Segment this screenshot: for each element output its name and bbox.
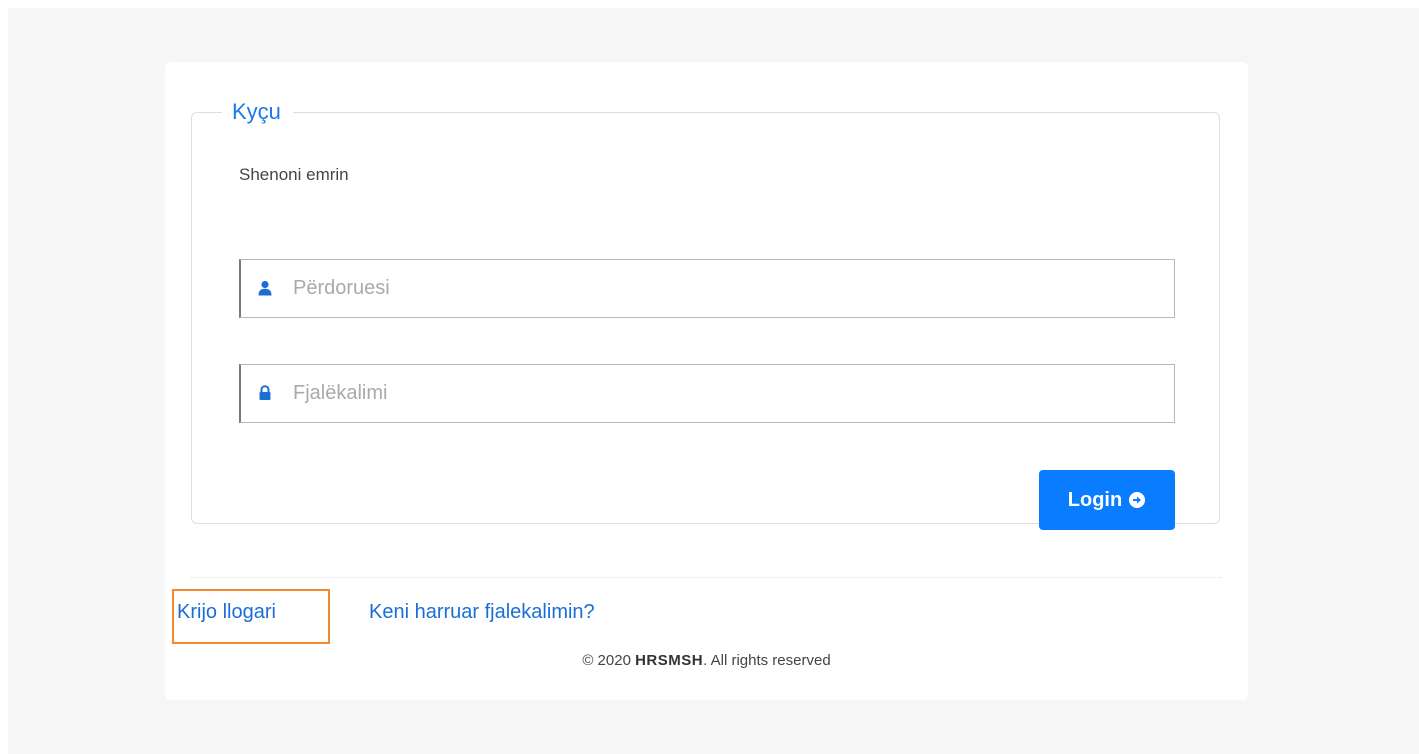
footer-brand: HRSMSH bbox=[635, 652, 704, 669]
footer-prefix: © 2020 bbox=[582, 652, 631, 669]
login-button-label: Login bbox=[1067, 488, 1123, 511]
user-icon bbox=[258, 280, 272, 296]
footer-suffix: . All rights reserved bbox=[703, 652, 831, 669]
lock-icon bbox=[259, 385, 271, 400]
footer-copyright: © 2020 HRSMSH. All rights reserved bbox=[165, 651, 1248, 671]
login-card: Kyçu Shenoni emrin Login Krijo lloga bbox=[165, 62, 1248, 700]
highlight-box bbox=[172, 589, 330, 644]
login-button[interactable]: Login bbox=[1039, 470, 1175, 530]
username-input[interactable] bbox=[293, 260, 1153, 317]
password-field-wrapper bbox=[239, 364, 1175, 423]
login-legend: Kyçu bbox=[222, 99, 293, 125]
divider bbox=[191, 577, 1222, 578]
arrow-circle-right-icon bbox=[1129, 492, 1146, 508]
login-fieldset: Kyçu Shenoni emrin Login bbox=[191, 99, 1220, 530]
password-input[interactable] bbox=[293, 365, 1153, 422]
username-field-wrapper bbox=[239, 259, 1175, 318]
helper-label: Shenoni emrin bbox=[239, 165, 349, 184]
forgot-password-link[interactable]: Keni harruar fjalekalimin? bbox=[369, 600, 595, 624]
